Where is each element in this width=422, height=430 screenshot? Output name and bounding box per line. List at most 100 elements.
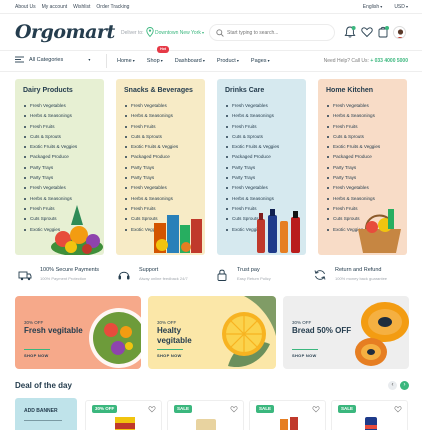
banner-healty-vegitable[interactable]: 30% OFF Healty vegitable SHOP NOW [148, 296, 276, 369]
deal-promo-banner[interactable]: ADD BANNER [15, 398, 77, 430]
about-us-link[interactable]: About Us [15, 4, 36, 10]
deal-product-card[interactable]: SALE [331, 400, 408, 430]
category-list-item[interactable]: Party Trays [226, 163, 279, 173]
category-list-item[interactable]: Fresh Vegetables [125, 101, 178, 111]
shop-now-link[interactable]: SHOP NOW [292, 353, 317, 358]
deal-product-card[interactable]: 30% OFF [85, 400, 162, 430]
next-arrow-button[interactable]: › [400, 381, 409, 390]
cart-icon[interactable] [376, 25, 390, 39]
nav-product[interactable]: Product [217, 58, 239, 64]
header: Orgomart Deliver to: Downtown New York [0, 14, 422, 50]
category-list-item[interactable]: Packaged Produce [125, 152, 178, 162]
location-pin-icon [146, 27, 154, 37]
category-list-item[interactable]: Fresh Vegetables [327, 183, 380, 193]
category-list-item[interactable]: Herbs & Seasonings [327, 111, 380, 121]
category-list-item[interactable]: Exotic Fruits & Veggies [24, 142, 77, 152]
category-list-item[interactable]: Party Trays [327, 173, 380, 183]
feature-subtitle: Easy Return Policy [237, 276, 271, 281]
product-image [365, 417, 377, 430]
search-input[interactable] [227, 28, 327, 38]
search-icon [216, 29, 224, 37]
bell-icon[interactable] [343, 25, 357, 39]
category-list-item[interactable]: Herbs & Seasonings [24, 111, 77, 121]
category-list-item[interactable]: Fresh Fruits [327, 122, 380, 132]
help-phone[interactable]: + 033 4000 5000 [370, 58, 408, 64]
category-list-item[interactable]: Party Trays [125, 163, 178, 173]
nav-pages[interactable]: Pages [251, 58, 270, 64]
all-categories-label: All Categories [29, 57, 90, 63]
truck-icon [18, 271, 32, 281]
category-list-item[interactable]: Cuts & Sprouts [125, 132, 178, 142]
shop-now-link[interactable]: SHOP NOW [24, 353, 49, 358]
language-select[interactable]: English [363, 4, 383, 10]
category-list-item[interactable]: Fresh Vegetables [125, 183, 178, 193]
category-list-item[interactable]: Fresh Vegetables [24, 183, 77, 193]
product-image [115, 417, 135, 430]
feature-title: Trust pay [237, 267, 260, 273]
shop-now-link[interactable]: SHOP NOW [157, 353, 182, 358]
banner-title: Bread 50% OFF [292, 326, 352, 335]
feature-subtitle: 100% Payment Protection [40, 276, 87, 281]
banner-underline [157, 349, 183, 350]
category-list-item[interactable]: Party Trays [24, 163, 77, 173]
deal-product-card[interactable]: SALE [167, 400, 244, 430]
feature-title: Support [139, 267, 159, 273]
sale-tag: SALE [338, 405, 357, 413]
category-list-item[interactable]: Fresh Fruits [125, 122, 178, 132]
basket-image [358, 209, 401, 253]
wishlist-link[interactable]: Wishlist [73, 4, 90, 10]
category-list-item[interactable]: Packaged Produce [226, 152, 279, 162]
category-list-item[interactable]: Party Trays [125, 173, 178, 183]
feature-title: 100% Secure Payments [40, 267, 100, 273]
category-list-item[interactable]: Cuts & Sprouts [226, 132, 279, 142]
my-account-link[interactable]: My account [42, 4, 68, 10]
category-card-dairy[interactable]: Dairy Products Fresh Vegetables Herbs & S… [15, 79, 104, 255]
category-list-item[interactable]: Fresh Vegetables [327, 101, 380, 111]
currency-select[interactable]: USD [394, 4, 408, 10]
deal-product-card[interactable]: SALE [249, 400, 326, 430]
wishlist-heart-icon[interactable] [394, 405, 402, 413]
category-card-kitchen[interactable]: Home Kitchen Fresh Vegetables Herbs & Sea… [318, 79, 407, 255]
feature-subtitle: 100% money back guarantee [335, 276, 388, 281]
order-tracking-link[interactable]: Order Tracking [96, 4, 129, 10]
category-list-item[interactable]: Exotic Fruits & Veggies [125, 142, 178, 152]
all-categories-button[interactable]: All Categories [15, 56, 90, 63]
banner-bread[interactable]: 30% OFF Bread 50% OFF SHOP NOW [283, 296, 409, 369]
category-card-snacks[interactable]: Snacks & Beverages Fresh Vegetables Herbs… [116, 79, 205, 255]
wishlist-heart-icon[interactable] [148, 405, 156, 413]
category-list-item[interactable]: Fresh Vegetables [24, 101, 77, 111]
prev-arrow-button[interactable]: ‹ [388, 381, 397, 390]
sale-tag: SALE [256, 405, 275, 413]
logo[interactable]: Orgomart [15, 21, 115, 43]
banner-fresh-vegitable[interactable]: 30% OFF Fresh vegitable SHOP NOW [15, 296, 141, 369]
wishlist-heart-icon[interactable] [312, 405, 320, 413]
category-list-item[interactable]: Herbs & Seasonings [226, 111, 279, 121]
location-select[interactable]: Downtown New York [155, 30, 204, 36]
hot-badge: Hot [157, 46, 169, 53]
category-list-item[interactable]: Cuts & Sprouts [327, 132, 380, 142]
category-list-item[interactable]: Exotic Fruits & Veggies [327, 142, 380, 152]
category-list-item[interactable]: Fresh Vegetables [226, 183, 279, 193]
category-list-item[interactable]: Fresh Fruits [24, 122, 77, 132]
category-list-item[interactable]: Cuts & Sprouts [24, 132, 77, 142]
bottles-image [257, 209, 300, 253]
category-list-item[interactable]: Packaged Produce [24, 152, 77, 162]
wishlist-heart-icon[interactable] [230, 405, 238, 413]
nav-home[interactable]: Home [117, 58, 135, 64]
banner-discount: 30% OFF [292, 320, 312, 325]
category-list-item[interactable]: Fresh Fruits [226, 122, 279, 132]
category-list-item[interactable]: Party Trays [24, 173, 77, 183]
category-list-item[interactable]: Fresh Vegetables [226, 101, 279, 111]
groceries-image [154, 215, 202, 253]
category-list-item[interactable]: Packaged Produce [327, 152, 380, 162]
avatar[interactable] [393, 26, 406, 39]
nav-shop[interactable]: Shop [147, 58, 163, 64]
nav-dashboard[interactable]: Dashboard [175, 58, 205, 64]
category-list-item[interactable]: Party Trays [327, 163, 380, 173]
category-list-item[interactable]: Party Trays [226, 173, 279, 183]
top-links: About Us My account Wishlist Order Track… [15, 4, 129, 10]
category-card-drinks[interactable]: Drinks Care Fresh Vegetables Herbs & Seas… [217, 79, 306, 255]
heart-icon[interactable] [360, 25, 374, 39]
category-list-item[interactable]: Herbs & Seasonings [125, 111, 178, 121]
category-list-item[interactable]: Exotic Fruits & Veggies [226, 142, 279, 152]
